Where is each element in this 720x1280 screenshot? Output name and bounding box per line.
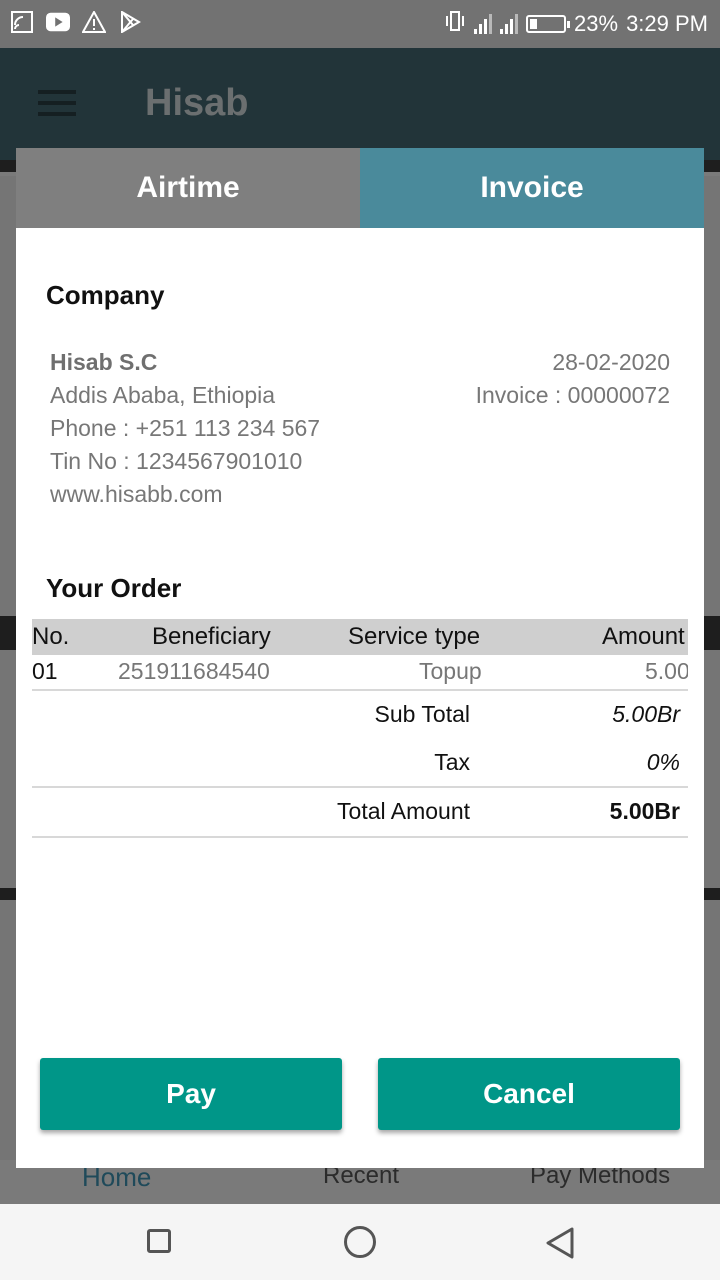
tab-invoice[interactable]: Invoice — [360, 148, 704, 228]
back-icon[interactable] — [544, 1226, 576, 1265]
company-address: Addis Ababa, Ethiopia — [50, 382, 276, 408]
signal-icon — [474, 14, 493, 34]
order-heading: Your Order — [46, 573, 182, 603]
recents-icon[interactable] — [147, 1229, 171, 1253]
home-icon[interactable] — [344, 1226, 376, 1258]
subtotal-value: 5.00Br — [612, 701, 680, 727]
tax-label: Tax — [434, 749, 470, 775]
pay-button[interactable]: Pay — [40, 1058, 342, 1130]
cell-service-type: Topup — [419, 658, 482, 684]
battery-icon — [526, 15, 571, 33]
column-header-amount: Amount — [602, 623, 685, 650]
total-value: 5.00Br — [609, 798, 680, 824]
tax-row: Tax 0% — [32, 739, 688, 787]
invoice-number: Invoice : 00000072 — [475, 382, 670, 408]
tab-bar: Airtime Invoice — [16, 148, 704, 228]
invoice-dialog: Airtime Invoice Company Hisab S.C Addis … — [16, 148, 704, 1168]
table-row: 01 251911684540 Topup 5.00 — [32, 655, 688, 691]
invoice-meta: 28-02-2020 Invoice : 00000072 — [476, 346, 670, 412]
clock: 3:29 PM — [626, 11, 708, 36]
total-label: Total Amount — [337, 798, 470, 824]
warning-icon — [82, 10, 106, 34]
vibrate-icon — [444, 10, 466, 38]
invoice-date: 28-02-2020 — [552, 349, 670, 375]
play-store-icon — [118, 10, 142, 34]
subtotal-row: Sub Total 5.00Br — [32, 691, 688, 739]
company-info: Hisab S.C Addis Ababa, Ethiopia Phone : … — [50, 346, 320, 511]
total-row: Total Amount 5.00Br — [32, 786, 688, 838]
company-phone: Phone : +251 113 234 567 — [50, 415, 321, 441]
app-bar: Hisab — [0, 48, 720, 160]
tax-value: 0% — [646, 749, 680, 775]
cell-beneficiary: 251911684540 — [118, 658, 270, 684]
signal-icon — [500, 14, 519, 34]
notification-icons — [10, 10, 142, 34]
table-header: No. Beneficiary Service type Amount — [32, 619, 688, 655]
column-header-service-type: Service type — [348, 623, 481, 650]
cancel-button[interactable]: Cancel — [378, 1058, 680, 1130]
column-header-no: No. — [32, 623, 70, 650]
cell-amount: 5.00 — [645, 658, 688, 684]
system-navigation-bar — [0, 1204, 720, 1280]
subtotal-label: Sub Total — [374, 701, 470, 727]
order-table: No. Beneficiary Service type Amount 01 2… — [32, 619, 688, 691]
company-heading: Company — [46, 280, 165, 310]
cast-icon — [10, 10, 34, 34]
menu-icon[interactable] — [38, 90, 76, 123]
status-indicators: 23% 3:29 PM — [444, 10, 708, 38]
company-tin: Tin No : 1234567901010 — [50, 448, 303, 474]
status-bar: 23% 3:29 PM — [0, 0, 720, 48]
battery-percent: 23% — [574, 11, 619, 36]
company-website: www.hisabb.com — [50, 481, 223, 507]
battery-level — [530, 19, 538, 29]
youtube-icon — [46, 10, 70, 34]
column-header-beneficiary: Beneficiary — [152, 623, 271, 650]
app-title: Hisab — [145, 82, 249, 124]
tab-airtime[interactable]: Airtime — [16, 148, 360, 228]
company-name: Hisab S.C — [50, 349, 158, 375]
cell-no: 01 — [32, 658, 58, 684]
